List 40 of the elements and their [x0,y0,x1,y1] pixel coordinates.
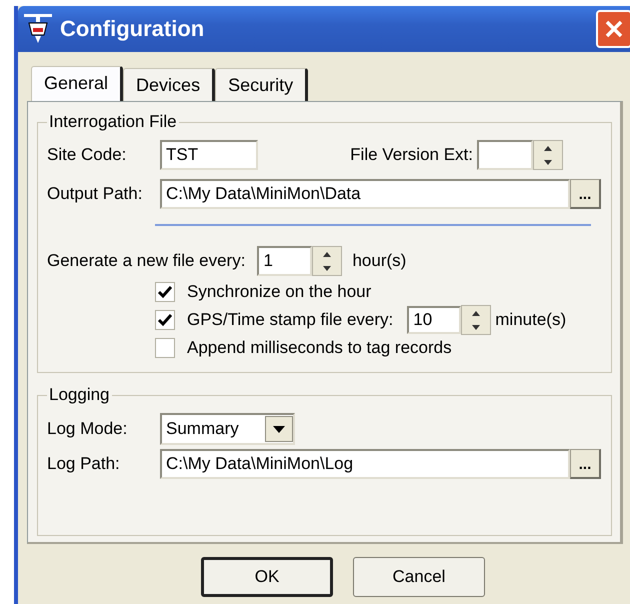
field-label: Log Mode: [47,419,128,440]
field-label: Output Path: [47,184,144,204]
field-label: Log Path: [47,454,121,474]
check-icon [158,313,172,327]
field-label: Generate a new file every: [47,251,246,271]
tab[interactable]: General [31,66,124,101]
spinner[interactable] [312,246,342,276]
browse-button[interactable]: ... [570,179,601,209]
version-field[interactable] [477,140,533,170]
group-title: Logging [48,385,111,406]
unit-label: minute(s) [495,310,566,330]
checkbox-label: Synchronize on the hour [187,282,372,302]
spinner[interactable] [461,305,492,335]
caret-icon [273,426,285,433]
group-title: Interrogation File [48,112,178,132]
tab[interactable]: Devices [123,68,216,101]
antenna-icon [24,13,52,45]
browse-button[interactable]: ... [570,449,601,480]
spinner[interactable] [533,140,563,170]
unit-label: hour(s) [352,251,406,271]
check-icon [158,285,172,299]
tab[interactable]: Security [215,68,308,101]
interval-field[interactable]: 10 [407,306,462,334]
checkbox[interactable] [155,338,175,358]
log-mode-dropdown[interactable]: Summary [160,413,295,446]
checkbox[interactable] [155,282,175,302]
interval-field[interactable]: 1 [257,246,312,276]
site-code-field[interactable]: TST [160,140,258,170]
close-button[interactable] [596,10,630,48]
checkbox-label: GPS/Time stamp file every: [187,310,394,330]
dialog-button[interactable]: Cancel [353,557,485,597]
log-path-field[interactable]: C:\My Data\MiniMon\Log [160,449,570,480]
field-label: File Version Ext: [350,145,473,165]
close-icon [604,19,624,39]
checkbox[interactable] [155,310,175,330]
output-path-field[interactable]: C:\My Data\MiniMon\Data [160,179,570,209]
checkbox-label: Append milliseconds to tag records [187,338,452,358]
field-label: Site Code: [47,145,128,165]
window-title: Configuration [60,16,206,42]
dialog-button[interactable]: OK [201,557,333,597]
